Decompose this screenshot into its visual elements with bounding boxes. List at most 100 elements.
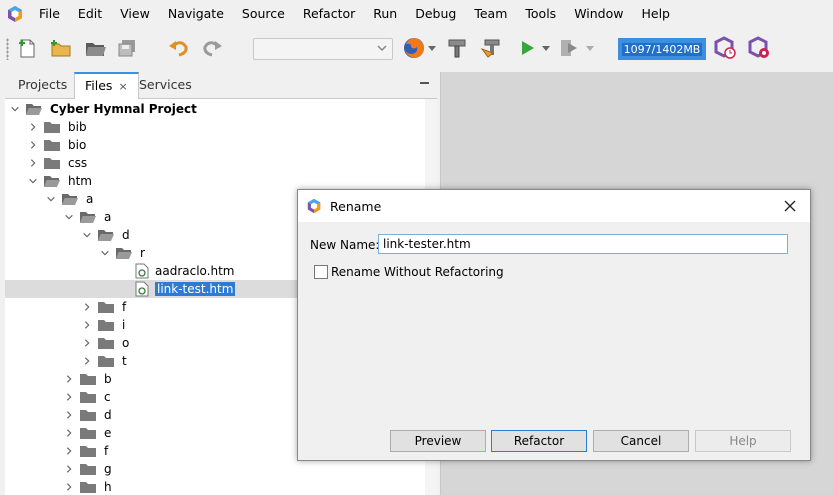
memory-usage-indicator[interactable]: 1097/1402MB (618, 38, 706, 60)
tree-item-label: bib (68, 120, 87, 134)
tree-folder-item[interactable]: r (99, 244, 145, 262)
preview-button[interactable]: Preview (390, 430, 486, 452)
save-all-button[interactable] (114, 35, 140, 61)
chevron-right-icon[interactable] (27, 157, 39, 169)
debug-project-button[interactable] (556, 35, 582, 61)
browser-button[interactable] (401, 35, 427, 61)
redo-button[interactable] (199, 35, 225, 61)
menu-source[interactable]: Source (233, 0, 294, 28)
tree-folder-item[interactable]: c (63, 388, 111, 406)
refactor-button[interactable]: Refactor (491, 430, 587, 452)
tree-folder-item[interactable]: a (63, 208, 111, 226)
netbeans-logo-icon (8, 6, 22, 22)
menu-help[interactable]: Help (632, 0, 679, 28)
tree-folder-item[interactable]: css (27, 154, 87, 172)
chevron-down-icon[interactable] (63, 211, 75, 223)
undo-button[interactable] (166, 35, 192, 61)
rename-without-refactoring-label[interactable]: Rename Without Refactoring (331, 265, 504, 279)
menu-run[interactable]: Run (364, 0, 406, 28)
tree-folder-item[interactable]: h (63, 478, 112, 495)
menu-debug[interactable]: Debug (406, 0, 465, 28)
close-icon[interactable]: × (118, 80, 127, 93)
tab-projects[interactable]: Projects (8, 72, 77, 98)
new-name-input[interactable] (378, 234, 788, 254)
tree-folder-item[interactable]: i (81, 316, 125, 334)
folder-open-icon (97, 228, 115, 242)
chevron-down-icon[interactable] (81, 229, 93, 241)
netbeans-logo-icon (307, 198, 321, 214)
tree-folder-item[interactable]: Cyber Hymnal Project (9, 100, 197, 118)
chevron-right-icon[interactable] (63, 463, 75, 475)
help-button[interactable]: Help (695, 430, 791, 452)
rename-without-refactoring-checkbox[interactable] (314, 265, 328, 279)
tree-item-label: htm (68, 174, 92, 188)
menu-refactor[interactable]: Refactor (294, 0, 364, 28)
chevron-down-icon[interactable] (45, 193, 57, 205)
chevron-right-icon[interactable] (63, 481, 75, 493)
dialog-close-button[interactable] (780, 196, 800, 216)
folder-icon (43, 120, 61, 134)
folder-icon (79, 408, 97, 422)
tree-file-item[interactable]: link-test.htm (117, 280, 236, 298)
tree-folder-item[interactable]: b (63, 370, 112, 388)
menu-file[interactable]: File (30, 0, 69, 28)
menu-tools[interactable]: Tools (516, 0, 565, 28)
chevron-right-icon[interactable] (63, 391, 75, 403)
menu-window[interactable]: Window (565, 0, 632, 28)
menu-edit[interactable]: Edit (69, 0, 111, 28)
tree-folder-item[interactable]: o (81, 334, 129, 352)
run-project-button[interactable] (514, 35, 540, 61)
menu-navigate[interactable]: Navigate (159, 0, 233, 28)
chevron-right-icon[interactable] (27, 121, 39, 133)
build-project-button[interactable] (444, 35, 470, 61)
chevron-down-icon[interactable] (27, 175, 39, 187)
chevron-right-icon[interactable] (63, 445, 75, 457)
explorer-tabs: Projects Files × Services (5, 72, 437, 99)
chevron-down-icon[interactable] (99, 247, 111, 259)
debug-dropdown-icon[interactable] (586, 46, 594, 52)
stop-profile-button[interactable] (746, 35, 772, 61)
profile-button[interactable] (712, 35, 738, 61)
chevron-right-icon[interactable] (27, 139, 39, 151)
chevron-down-icon[interactable] (9, 103, 21, 115)
memory-usage-label: 1097/1402MB (621, 42, 703, 56)
tree-folder-item[interactable]: bib (27, 118, 87, 136)
tree-folder-item[interactable]: a (45, 190, 93, 208)
browser-dropdown-icon[interactable] (428, 46, 436, 52)
run-dropdown-icon[interactable] (542, 46, 550, 52)
tree-folder-item[interactable]: d (81, 226, 130, 244)
tree-folder-item[interactable]: t (81, 352, 127, 370)
tree-folder-item[interactable]: f (81, 298, 126, 316)
chevron-right-icon[interactable] (63, 427, 75, 439)
chevron-right-icon[interactable] (81, 355, 93, 367)
tree-folder-item[interactable]: e (63, 424, 111, 442)
new-file-button[interactable] (14, 35, 40, 61)
new-project-button[interactable] (48, 35, 74, 61)
undo-icon (169, 41, 188, 57)
cancel-button[interactable]: Cancel (593, 430, 689, 452)
tree-item-label: h (104, 480, 112, 494)
tab-services[interactable]: Services (129, 72, 202, 98)
menu-view[interactable]: View (111, 0, 159, 28)
chevron-right-icon[interactable] (63, 409, 75, 421)
menu-items: File Edit View Navigate Source Refactor Run Deb… (30, 0, 679, 28)
tree-folder-item[interactable]: f (63, 442, 108, 460)
chevron-right-icon[interactable] (81, 337, 93, 349)
clean-build-button[interactable] (478, 35, 504, 61)
tree-item-label: i (122, 318, 126, 332)
chevron-right-icon[interactable] (63, 373, 75, 385)
chevron-right-icon[interactable] (81, 319, 93, 331)
menu-team[interactable]: Team (465, 0, 516, 28)
tree-folder-item[interactable]: htm (27, 172, 92, 190)
html-file-icon (135, 281, 149, 297)
chevron-right-icon[interactable] (81, 301, 93, 313)
toolbar-grip[interactable] (6, 38, 9, 60)
minimize-icon[interactable] (420, 82, 429, 84)
tree-folder-item[interactable]: d (63, 406, 112, 424)
folder-icon (97, 318, 115, 332)
tree-folder-item[interactable]: bio (27, 136, 86, 154)
tree-file-item[interactable]: aadraclo.htm (117, 262, 235, 280)
configuration-combo[interactable] (253, 38, 393, 60)
open-project-button[interactable] (82, 35, 108, 61)
tree-folder-item[interactable]: g (63, 460, 112, 478)
